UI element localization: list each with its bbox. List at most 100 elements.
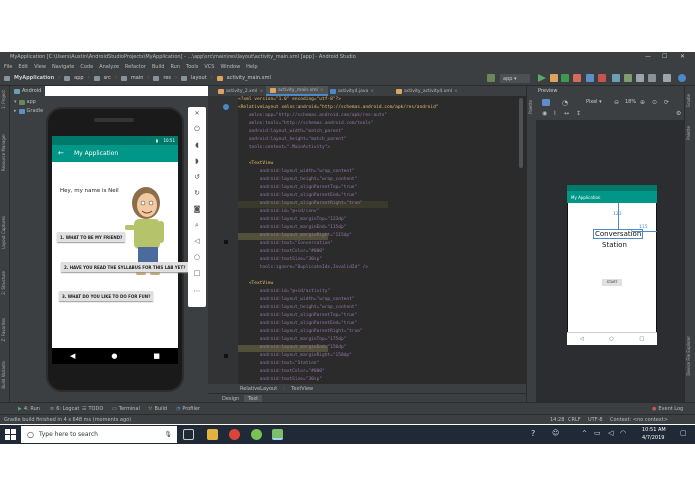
microphone-icon[interactable]: 🎙: [164, 431, 172, 438]
zoom-out-icon[interactable]: ⊖: [614, 99, 619, 106]
zoom-icon[interactable]: ⌕: [193, 221, 201, 229]
avd-manager-icon[interactable]: [624, 74, 632, 82]
run-icon[interactable]: [538, 74, 546, 82]
nav-back-icon[interactable]: ◀: [70, 352, 75, 360]
menu-build[interactable]: Build: [152, 64, 165, 70]
debug-icon[interactable]: [561, 74, 569, 82]
build-variants-tab[interactable]: Build Variants: [1, 361, 6, 389]
minimize-icon[interactable]: —: [645, 53, 651, 60]
breadcrumb-item[interactable]: TextView: [291, 386, 313, 392]
build-tool-tab[interactable]: ⚒ Build: [148, 406, 167, 412]
clock-time[interactable]: 10:51 AM: [642, 427, 666, 433]
status-message[interactable]: Gradle build finished in 4 s 648 ms (mom…: [4, 417, 131, 423]
profile-icon[interactable]: [573, 74, 581, 82]
nav-recents-icon[interactable]: ■: [153, 352, 160, 360]
volume-down-icon[interactable]: ◗: [193, 157, 201, 165]
sdk-manager-icon[interactable]: [636, 74, 644, 82]
breadcrumb-item[interactable]: MyApplication: [14, 75, 54, 81]
nav-home-icon[interactable]: ●: [111, 352, 117, 360]
palette-tab[interactable]: Palette: [528, 100, 533, 114]
settings-icon[interactable]: ⚙: [676, 110, 681, 117]
close-icon[interactable]: ✕: [680, 53, 685, 60]
preview-station-text[interactable]: Station: [602, 241, 627, 249]
taskbar-search-box[interactable]: ○ Type here to search 🎙: [21, 426, 177, 443]
breadcrumb-item[interactable]: app: [74, 75, 83, 81]
screenshot-icon[interactable]: ◙: [193, 205, 201, 213]
notifications-icon[interactable]: ▢: [680, 429, 687, 437]
more-icon[interactable]: ⋯: [193, 287, 201, 295]
menu-tools[interactable]: Tools: [186, 64, 198, 70]
maximize-icon[interactable]: ☐: [662, 53, 667, 60]
close-tab-icon[interactable]: ×: [370, 89, 374, 94]
breadcrumb-item[interactable]: main: [131, 75, 144, 81]
question-1-button[interactable]: 1. WHAT TO BE MY FRIEND?: [57, 232, 126, 242]
breadcrumb-item[interactable]: RelativeLayout: [240, 386, 277, 392]
people-icon[interactable]: ☺: [552, 429, 559, 437]
attach-debugger-icon[interactable]: [586, 74, 594, 82]
home-icon[interactable]: ○: [193, 253, 201, 261]
refresh-icon[interactable]: ⟳: [664, 99, 669, 106]
windows-start-icon[interactable]: [5, 429, 16, 440]
structure-tab[interactable]: 2: Structure: [1, 271, 6, 295]
context-indicator[interactable]: Context: <no context>: [610, 417, 668, 423]
gradle-tab[interactable]: Gradle: [686, 94, 691, 107]
sync-icon[interactable]: [612, 74, 620, 82]
profiler-tool-tab[interactable]: ◔ Profiler: [176, 406, 200, 412]
apply-changes-icon[interactable]: [550, 74, 558, 82]
tray-chevron-icon[interactable]: ^: [582, 430, 587, 437]
rotate-right-icon[interactable]: ↻: [193, 189, 201, 197]
pan-icon[interactable]: ↕: [576, 110, 581, 117]
breadcrumb-item[interactable]: layout: [191, 75, 207, 81]
emulator-taskbar-icon[interactable]: [272, 429, 283, 440]
logcat-tool-tab[interactable]: ≡ 6: Logcat: [50, 406, 79, 412]
menu-code[interactable]: Code: [80, 64, 93, 70]
editor-tab[interactable]: activity_activity4.xml ×: [392, 86, 462, 96]
orientation-icon[interactable]: ◔: [562, 99, 568, 107]
tree-item-gradle[interactable]: ▸ Gradle S: [14, 108, 48, 114]
preview-phone[interactable]: [567, 185, 657, 345]
volume-icon[interactable]: ◁: [608, 429, 613, 437]
file-explorer-icon[interactable]: [207, 429, 218, 440]
project-view-mode[interactable]: Android: [22, 88, 41, 94]
terminal-tool-tab[interactable]: ▭ Terminal: [112, 406, 140, 412]
overview-icon[interactable]: □: [193, 269, 201, 277]
editor-tab[interactable]: activity4.java ×: [326, 86, 378, 96]
android-studio-icon[interactable]: [251, 429, 262, 440]
close-emulator-icon[interactable]: ✕: [193, 110, 201, 118]
todo-tool-tab[interactable]: ☰ TODO: [82, 406, 103, 412]
layout-captures-tab[interactable]: Layout Captures: [1, 216, 6, 249]
menu-analyze[interactable]: Analyze: [99, 64, 119, 70]
device-select[interactable]: Pixel ▾: [586, 99, 602, 105]
back-arrow-icon[interactable]: ←: [58, 149, 64, 157]
menu-edit[interactable]: Edit: [18, 64, 28, 70]
resource-manager-tab[interactable]: Resource Manager: [1, 134, 6, 171]
menu-file[interactable]: File: [4, 64, 12, 70]
breadcrumb-item[interactable]: res: [163, 75, 171, 81]
vertical-guide-icon[interactable]: Ⅰ: [554, 110, 556, 117]
editor-tab[interactable]: activity_2.xml ×: [214, 86, 267, 96]
palette-right-tab[interactable]: Palette: [686, 126, 691, 140]
task-view-icon[interactable]: [183, 429, 194, 440]
zoom-fit-icon[interactable]: ⊙: [652, 99, 657, 106]
menu-refactor[interactable]: Refactor: [125, 64, 146, 70]
volume-up-icon[interactable]: ◖: [193, 141, 201, 149]
project-panel-header[interactable]: Android: [10, 86, 45, 96]
search-icon[interactable]: [678, 74, 686, 82]
preview-conversation-text[interactable]: Conversation: [593, 229, 644, 239]
help-icon[interactable]: ?: [531, 429, 535, 438]
wifi-icon[interactable]: ◠: [620, 429, 626, 437]
project-tool-tab[interactable]: 1: Project: [1, 90, 6, 109]
stop-icon[interactable]: [598, 74, 606, 82]
caret-position[interactable]: 14:28: [550, 417, 564, 423]
horizontal-guide-icon[interactable]: ↔: [564, 110, 569, 117]
eye-icon[interactable]: ◉: [542, 110, 547, 117]
clock-date[interactable]: 4/7/2019: [642, 435, 664, 441]
build-hammer-icon[interactable]: [487, 74, 495, 82]
layers-icon[interactable]: [542, 99, 550, 106]
favorites-tab[interactable]: Z: Favorites: [1, 318, 6, 341]
run-tool-tab[interactable]: ▶ 4: Run: [18, 406, 40, 412]
back-icon[interactable]: ◁: [193, 237, 201, 245]
line-separator[interactable]: CRLF: [568, 417, 581, 423]
editor-scrollbar[interactable]: [519, 98, 523, 168]
power-icon[interactable]: ⏻: [193, 125, 201, 133]
